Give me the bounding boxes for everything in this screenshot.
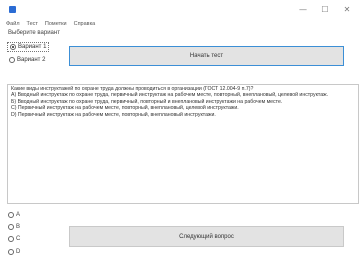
question-line: D) Первичный инструктаж на рабочем месте… (11, 111, 216, 118)
answer-c-label: C (16, 236, 21, 242)
variant-label: Выберите вариант (8, 30, 60, 36)
question-text-area[interactable]: Какие виды инструктажей по охране труда … (7, 84, 359, 204)
variant-2-radio[interactable]: Вариант 2 (9, 56, 45, 64)
radio-dot (8, 224, 14, 230)
menu-file[interactable]: Файл (6, 20, 20, 28)
minimize-icon[interactable]: — (292, 2, 314, 17)
answer-d-label: D (16, 249, 21, 255)
answer-c-radio[interactable]: C (8, 235, 20, 243)
question-line: А) Вводный инструктаж по охране труда, п… (11, 92, 329, 99)
title-bar: — ☐ ✕ (0, 0, 360, 19)
menu-bar: Файл Тест Пометки Справка (6, 20, 95, 28)
close-icon[interactable]: ✕ (336, 2, 358, 17)
menu-help[interactable]: Справка (74, 20, 96, 28)
radio-dot (8, 249, 14, 255)
radio-dot-checked (10, 44, 16, 50)
menu-marks[interactable]: Пометки (45, 20, 67, 28)
answer-a-label: A (16, 212, 21, 218)
variant-1-label: Вариант 1 (18, 44, 47, 50)
variant-2-label: Вариант 2 (17, 57, 46, 63)
radio-dot (9, 57, 15, 63)
next-question-button[interactable]: Следующий вопрос (69, 226, 344, 247)
maximize-icon[interactable]: ☐ (314, 2, 336, 17)
radio-dot (8, 212, 14, 218)
answer-d-radio[interactable]: D (8, 248, 20, 256)
variant-1-radio[interactable]: Вариант 1 (7, 42, 50, 52)
app-icon (9, 6, 16, 13)
start-test-button[interactable]: Начать тест (69, 46, 344, 66)
answer-b-label: B (16, 224, 21, 230)
menu-test[interactable]: Тест (27, 20, 38, 28)
answer-a-radio[interactable]: A (8, 211, 20, 219)
answer-b-radio[interactable]: B (8, 223, 20, 231)
radio-dot (8, 236, 14, 242)
